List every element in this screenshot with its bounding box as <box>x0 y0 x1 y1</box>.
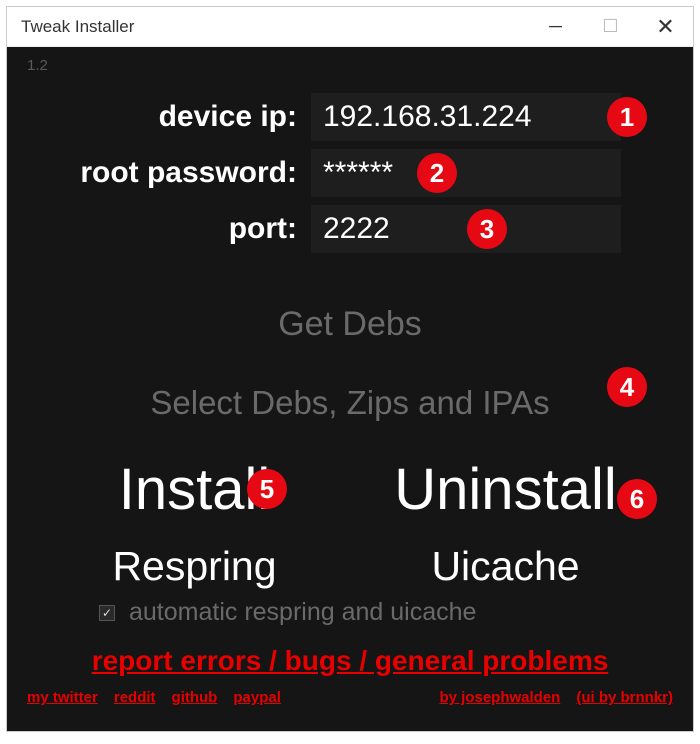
device-ip-row: device ip: <box>21 93 679 141</box>
window-title: Tweak Installer <box>7 17 528 37</box>
ui-credit-link[interactable]: (ui by brnnkr) <box>576 689 673 706</box>
github-link[interactable]: github <box>172 689 218 706</box>
reddit-link[interactable]: reddit <box>114 689 156 706</box>
annotation-badge-3: 3 <box>467 209 507 249</box>
annotation-badge-2: 2 <box>417 153 457 193</box>
respring-uicache-row: Respring Uicache <box>21 543 679 590</box>
device-ip-input[interactable] <box>311 93 621 141</box>
port-input[interactable] <box>311 205 621 253</box>
annotation-badge-5: 5 <box>247 469 287 509</box>
maximize-button[interactable]: ☐ <box>583 7 638 46</box>
auto-respring-label: automatic respring and uicache <box>129 598 476 627</box>
device-ip-label: device ip: <box>21 100 311 134</box>
respring-button[interactable]: Respring <box>39 543 350 590</box>
get-debs-button[interactable]: Get Debs <box>278 305 422 344</box>
version-label: 1.2 <box>21 47 679 85</box>
titlebar: Tweak Installer ─ ☐ ✕ <box>7 7 693 47</box>
report-link[interactable]: report errors / bugs / general problems <box>21 645 679 677</box>
app-window: Tweak Installer ─ ☐ ✕ 1.2 device ip: roo… <box>6 6 694 732</box>
install-button[interactable]: Install <box>39 456 350 523</box>
footer-links: my twitter reddit github paypal by josep… <box>21 689 679 710</box>
annotation-badge-4: 4 <box>607 367 647 407</box>
annotation-badge-1: 1 <box>607 97 647 137</box>
root-password-label: root password: <box>21 156 311 190</box>
select-debs-button[interactable]: Select Debs, Zips and IPAs <box>21 384 679 422</box>
root-password-input[interactable] <box>311 149 621 197</box>
connection-fields: device ip: root password: port: <box>21 93 679 261</box>
window-controls: ─ ☐ ✕ <box>528 7 693 46</box>
auto-respring-checkbox[interactable]: ✓ <box>99 605 115 621</box>
uninstall-button[interactable]: Uninstall <box>350 456 661 523</box>
client-area: 1.2 device ip: root password: port: Get … <box>7 47 693 731</box>
root-password-row: root password: <box>21 149 679 197</box>
auto-respring-row: ✓ automatic respring and uicache <box>21 598 679 627</box>
minimize-button[interactable]: ─ <box>528 7 583 46</box>
port-row: port: <box>21 205 679 253</box>
port-label: port: <box>21 212 311 246</box>
paypal-link[interactable]: paypal <box>233 689 281 706</box>
footer-spacer <box>297 689 424 706</box>
get-debs-row: Get Debs <box>21 305 679 344</box>
author-link[interactable]: by josephwalden <box>439 689 560 706</box>
annotation-badge-6: 6 <box>617 479 657 519</box>
close-button[interactable]: ✕ <box>638 7 693 46</box>
twitter-link[interactable]: my twitter <box>27 689 98 706</box>
install-uninstall-row: Install Uninstall <box>21 456 679 523</box>
uicache-button[interactable]: Uicache <box>350 543 661 590</box>
